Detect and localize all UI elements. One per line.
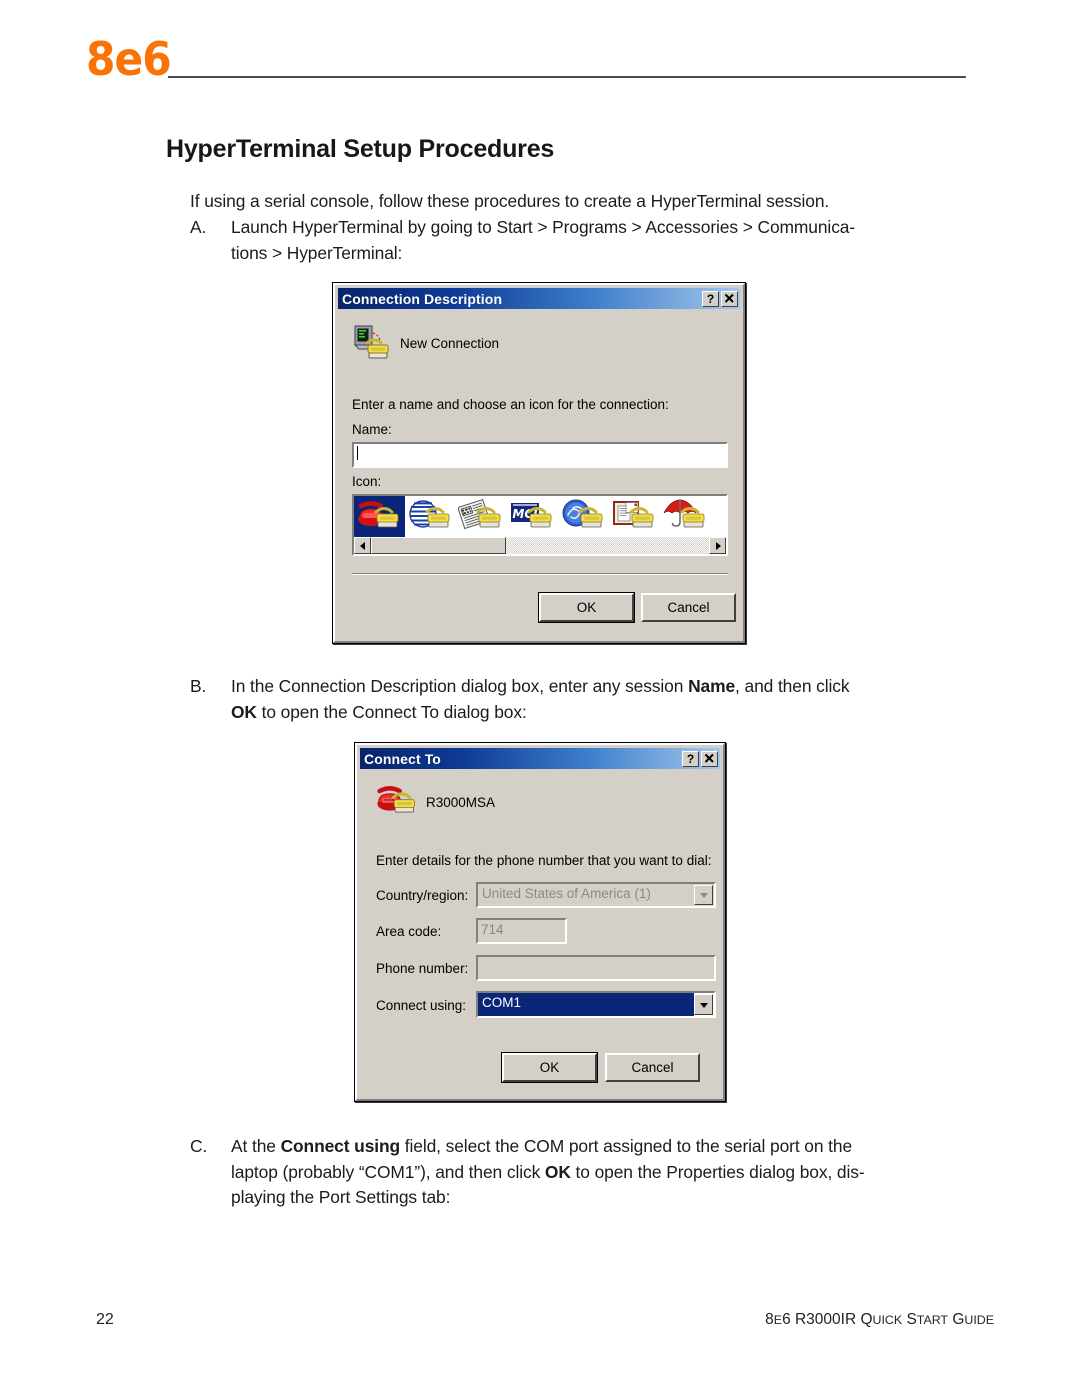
ok-button[interactable]: OK [501, 1052, 598, 1083]
text-caret [357, 446, 358, 460]
ok-button[interactable]: OK [538, 592, 635, 623]
step-c-marker: C. [190, 1136, 208, 1156]
instruction-text: Enter a name and choose an icon for the … [352, 397, 669, 412]
icon-option-newspaper[interactable] [456, 496, 507, 538]
titlebar-title: Connect To [364, 750, 441, 767]
step-b-text: In the Connection Description dialog box… [231, 676, 850, 722]
titlebar-buttons: ? [702, 290, 738, 307]
name-input[interactable] [352, 442, 728, 468]
phone-number-label: Phone number: [376, 961, 469, 976]
help-icon[interactable]: ? [682, 750, 699, 767]
connect-using-combo[interactable]: COM1 [476, 991, 716, 1018]
close-icon[interactable] [721, 290, 738, 307]
country-region-combo[interactable]: United States of America (1) [476, 882, 716, 908]
country-region-value: United States of America (1) [482, 886, 651, 901]
titlebar-buttons: ? [682, 750, 718, 767]
connect-to-dialog[interactable]: Connect To ? R3000MSA Enter details for … [354, 742, 726, 1102]
computer-phone-icon [352, 323, 392, 363]
instruction-text: Enter details for the phone number that … [376, 853, 712, 868]
scroll-track[interactable] [506, 537, 709, 554]
connection-description-dialog[interactable]: Connection Description ? New Connection … [332, 282, 746, 644]
dialog-body: New Connection Enter a name and choose a… [338, 309, 740, 638]
step-b-marker: B. [190, 676, 207, 696]
connect-using-label: Connect using: [376, 998, 467, 1013]
area-code-input[interactable]: 714 [476, 918, 567, 944]
titlebar-title: Connection Description [342, 290, 503, 307]
step-a: A. Launch HyperTerminal by going to Star… [190, 215, 980, 266]
icon-list-scrollbar[interactable] [354, 537, 726, 554]
chevron-down-icon[interactable] [694, 885, 713, 905]
titlebar[interactable]: Connection Description ? [338, 288, 740, 309]
footer-page-number: 22 [96, 1311, 114, 1328]
icon-option-red-umbrella[interactable] [660, 496, 711, 538]
country-region-label: Country/region: [376, 888, 469, 903]
scroll-thumb[interactable] [371, 537, 506, 554]
session-name-label: R3000MSA [426, 795, 496, 810]
scroll-right-icon[interactable] [709, 537, 726, 554]
button-separator [352, 573, 728, 575]
name-label: Name: [352, 422, 392, 437]
footer-doc-title: 8E6 R3000IR QUICK START GUIDE [765, 1311, 994, 1328]
cancel-button[interactable]: Cancel [641, 593, 736, 622]
icon-strip: MCI [354, 496, 726, 538]
help-icon[interactable]: ? [702, 290, 719, 307]
chevron-down-icon[interactable] [694, 994, 713, 1015]
icon-list[interactable]: MCI [352, 494, 728, 556]
icon-label: Icon: [352, 474, 382, 489]
page-title: HyperTerminal Setup Procedures [166, 134, 555, 163]
brand-logo: 8e6 [86, 32, 172, 86]
scroll-left-icon[interactable] [354, 537, 371, 554]
icon-option-red-telephone[interactable] [354, 496, 405, 538]
intro-paragraph: If using a serial console, follow these … [190, 191, 830, 212]
header-rule [168, 76, 966, 78]
icon-option-blue-globe[interactable] [405, 496, 456, 538]
icon-option-documents[interactable] [609, 496, 660, 538]
titlebar[interactable]: Connect To ? [360, 748, 720, 769]
connect-using-value: COM1 [478, 993, 694, 1016]
dialog-frame: Connection Description ? New Connection … [333, 283, 745, 643]
step-a-marker: A. [190, 217, 207, 237]
app-name-label: New Connection [400, 336, 500, 351]
cancel-button[interactable]: Cancel [605, 1053, 700, 1082]
area-code-label: Area code: [376, 924, 442, 939]
step-a-text: Launch HyperTerminal by going to Start >… [231, 217, 856, 263]
step-b: B. In the Connection Description dialog … [190, 674, 980, 725]
page-footer: 22 8E6 R3000IR QUICK START GUIDE [96, 1311, 994, 1333]
page-header: 8e6 [86, 36, 966, 84]
icon-option-mci-logo[interactable]: MCI [507, 496, 558, 538]
dialog-body: R3000MSA Enter details for the phone num… [360, 769, 720, 1096]
step-c: C. At the Connect using field, select th… [190, 1134, 980, 1211]
red-telephone-icon [376, 782, 418, 822]
phone-number-input[interactable] [476, 955, 716, 981]
icon-option-blue-swirl[interactable] [558, 496, 609, 538]
close-icon[interactable] [701, 750, 718, 767]
step-c-text: At the Connect using field, select the C… [231, 1136, 865, 1207]
dialog-frame: Connect To ? R3000MSA Enter details for … [355, 743, 725, 1101]
